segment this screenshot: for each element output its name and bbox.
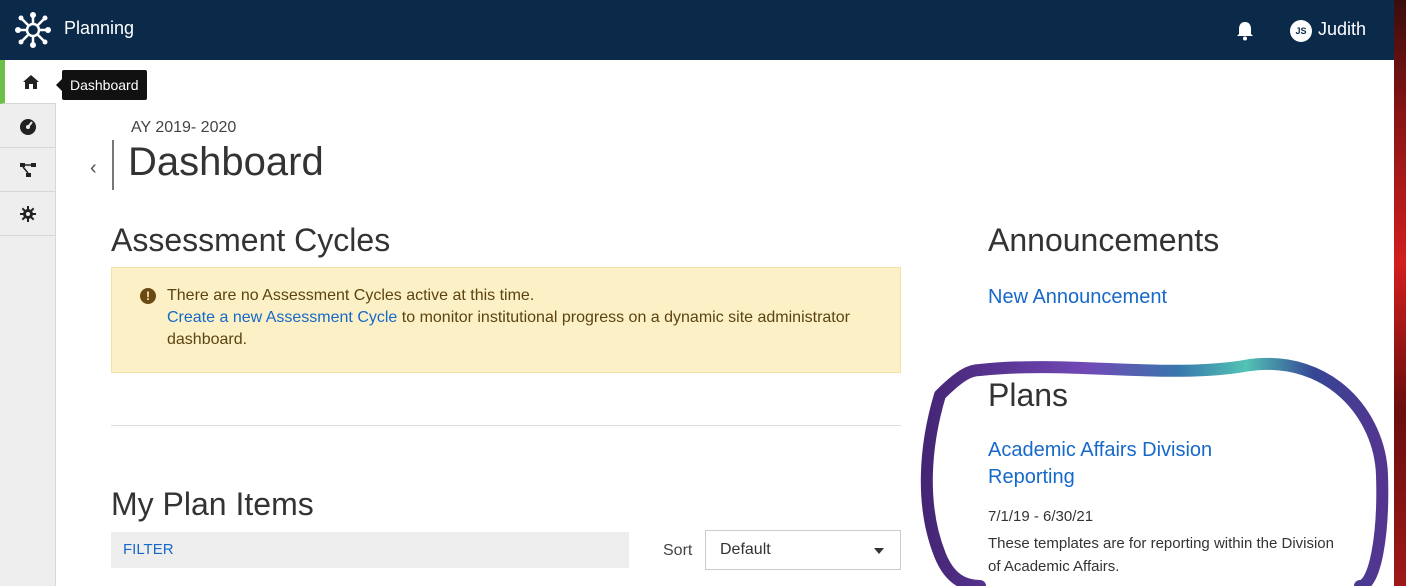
collapse-chevron-icon[interactable]: ‹ xyxy=(90,157,97,180)
title-divider xyxy=(112,140,114,190)
home-icon xyxy=(22,74,39,89)
gear-icon xyxy=(20,205,36,222)
filter-bar[interactable]: FILTER xyxy=(111,532,629,568)
sidebar-item-settings[interactable] xyxy=(0,192,56,236)
plans-heading: Plans xyxy=(988,377,1069,413)
academic-year-label: AY 2019- 2020 xyxy=(131,119,237,136)
my-plan-items-heading: My Plan Items xyxy=(111,486,314,522)
top-bar: Planning JS Judith xyxy=(0,0,1394,60)
user-avatar[interactable]: JS xyxy=(1290,20,1312,42)
assessment-cycles-alert: ! There are no Assessment Cycles active … xyxy=(111,267,901,373)
plan-title-line2: Reporting xyxy=(988,466,1075,488)
alert-text: There are no Assessment Cycles active at… xyxy=(167,285,877,351)
sort-select-value: Default xyxy=(720,541,771,558)
filter-button[interactable]: FILTER xyxy=(123,541,174,558)
hierarchy-icon xyxy=(20,162,36,177)
plan-item-link[interactable]: Academic Affairs Division Reporting xyxy=(988,437,1212,491)
announcements-heading: Announcements xyxy=(988,222,1220,258)
sidebar-item-dashboard[interactable] xyxy=(0,104,56,148)
sort-label: Sort xyxy=(663,542,693,559)
create-assessment-cycle-link[interactable]: Create a new Assessment Cycle xyxy=(167,309,397,326)
plan-description: These templates are for reporting within… xyxy=(988,535,1334,575)
alert-exclamation-icon: ! xyxy=(140,288,156,304)
app-title[interactable]: Planning xyxy=(64,18,134,39)
sidebar-tooltip: Dashboard xyxy=(56,70,147,100)
sidebar xyxy=(0,60,56,586)
notifications-bell-icon[interactable] xyxy=(1236,21,1254,41)
sidebar-item-home[interactable] xyxy=(0,60,56,104)
plan-dates: 7/1/19 - 6/30/21 xyxy=(988,508,1094,525)
dashboard-gauge-icon xyxy=(20,118,36,135)
app-logo-icon[interactable] xyxy=(15,12,51,48)
new-announcement-link[interactable]: New Announcement xyxy=(988,286,1167,309)
sort-select[interactable]: Default xyxy=(705,530,901,570)
window-edge xyxy=(1394,0,1406,586)
caret-down-icon xyxy=(874,548,884,554)
page-title: Dashboard xyxy=(128,140,324,184)
plan-title-line1: Academic Affairs Division xyxy=(988,439,1213,461)
sidebar-item-hierarchy[interactable] xyxy=(0,148,56,192)
section-divider xyxy=(111,425,901,426)
alert-message: There are no Assessment Cycles active at… xyxy=(167,287,535,304)
assessment-cycles-heading: Assessment Cycles xyxy=(111,222,391,258)
user-name[interactable]: Judith xyxy=(1318,19,1366,40)
